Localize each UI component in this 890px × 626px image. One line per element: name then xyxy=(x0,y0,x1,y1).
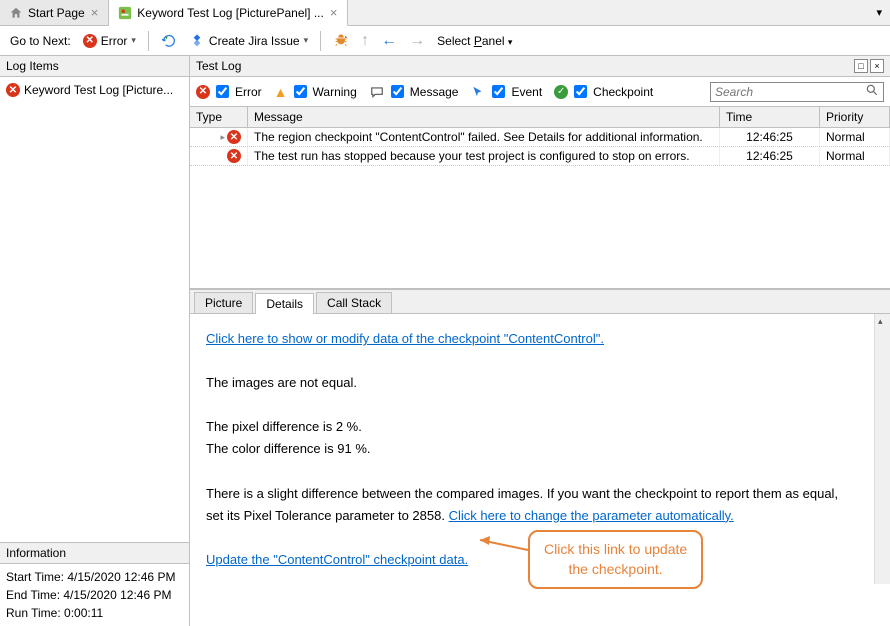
create-jira-button[interactable]: Create Jira Issue ▾ xyxy=(185,31,312,51)
tab-label: Keyword Test Log [PicturePanel] ... xyxy=(137,6,324,20)
bug-button[interactable] xyxy=(329,31,353,51)
search-input[interactable] xyxy=(711,85,861,99)
chevron-down-icon: ▾ xyxy=(876,6,882,19)
tab-test-log[interactable]: Keyword Test Log [PicturePanel] ... × xyxy=(109,0,348,26)
scroll-up-icon[interactable]: ▴ xyxy=(878,316,883,327)
grid-row[interactable]: ▸✕ The region checkpoint "ContentControl… xyxy=(190,128,890,147)
filter-event[interactable]: Event xyxy=(470,84,542,100)
filter-checkpoint[interactable]: ✓ Checkpoint xyxy=(554,85,653,99)
error-icon: ✕ xyxy=(6,83,20,97)
col-type[interactable]: Type xyxy=(190,107,248,127)
main-area: Log Items ✕ Keyword Test Log [Picture...… xyxy=(0,56,890,626)
error-icon: ✕ xyxy=(227,149,241,163)
filter-warning-checkbox[interactable] xyxy=(294,85,307,98)
search-icon[interactable] xyxy=(861,83,883,100)
log-items-tree[interactable]: ✕ Keyword Test Log [Picture... xyxy=(0,77,189,542)
filter-message-checkbox[interactable] xyxy=(391,85,404,98)
scrollbar[interactable]: ▴ xyxy=(874,314,890,584)
col-time[interactable]: Time xyxy=(720,107,820,127)
refresh-button[interactable] xyxy=(157,31,181,51)
close-icon[interactable]: × xyxy=(328,5,340,20)
cursor-icon xyxy=(470,84,486,100)
grid-row[interactable]: ✕ The test run has stopped because your … xyxy=(190,147,890,166)
home-icon xyxy=(8,5,24,21)
log-items-header: Log Items xyxy=(0,56,189,77)
select-panel-full[interactable]: Select Panel xyxy=(514,39,522,43)
chevron-down-icon: ▾ xyxy=(304,35,309,46)
maximize-icon[interactable]: □ xyxy=(854,59,868,73)
details-text: The images are not equal. xyxy=(206,372,858,394)
main-toolbar: Go to Next: ✕ Error ▾ Create Jira Issue … xyxy=(0,26,890,56)
detail-tabs: Picture Details Call Stack xyxy=(190,290,890,313)
close-icon[interactable]: × xyxy=(870,59,884,73)
grid-body[interactable]: ▸✕ The region checkpoint "ContentControl… xyxy=(190,128,890,288)
tab-label: Start Page xyxy=(28,6,85,20)
details-text: The pixel difference is 2 %. xyxy=(206,416,858,438)
error-icon: ✕ xyxy=(196,85,210,99)
tab-start-page[interactable]: Start Page × xyxy=(0,0,109,25)
filter-bar: ✕ Error ▲ Warning Message xyxy=(190,77,890,107)
chevron-down-icon: ▾ xyxy=(131,35,136,46)
log-grid: Type Message Time Priority ▸✕ The region… xyxy=(190,107,890,289)
details-text: The color difference is 91 %. xyxy=(206,438,858,460)
nav-back-button[interactable]: ← xyxy=(377,30,401,52)
col-priority[interactable]: Priority xyxy=(820,107,890,127)
go-to-next-label: Go to Next: xyxy=(6,32,75,50)
information-body: Start Time: 4/15/2020 12:46 PM End Time:… xyxy=(0,564,189,626)
document-tabs: Start Page × Keyword Test Log [PicturePa… xyxy=(0,0,890,26)
message-icon xyxy=(369,84,385,100)
close-icon[interactable]: × xyxy=(89,5,101,20)
testlog-icon xyxy=(117,5,133,21)
arrow-up-icon: ↑ xyxy=(361,32,369,50)
filter-warning[interactable]: ▲ Warning xyxy=(274,84,357,100)
tab-picture[interactable]: Picture xyxy=(194,292,253,313)
go-to-next-error[interactable]: ✕ Error ▾ xyxy=(79,32,140,50)
test-log-header: Test Log □ × xyxy=(190,56,890,77)
refresh-icon xyxy=(161,33,177,49)
tabs-dropdown[interactable]: ▾ xyxy=(868,0,890,25)
nav-fwd-button[interactable]: → xyxy=(405,30,429,52)
warning-icon: ▲ xyxy=(274,84,288,100)
bug-icon xyxy=(333,33,349,49)
separator xyxy=(320,31,321,51)
link-update-checkpoint[interactable]: Update the "ContentControl" checkpoint d… xyxy=(206,552,468,567)
search-box[interactable] xyxy=(710,82,884,102)
details-text: There is a slight difference between the… xyxy=(206,483,858,527)
tab-callstack[interactable]: Call Stack xyxy=(316,292,392,313)
error-icon: ✕ xyxy=(83,34,97,48)
select-panel-button[interactable]: Select Panel ▾ xyxy=(433,32,516,50)
information-panel: Information Start Time: 4/15/2020 12:46 … xyxy=(0,542,189,626)
filter-error-checkbox[interactable] xyxy=(216,85,229,98)
error-icon: ✕ xyxy=(227,130,241,144)
separator xyxy=(148,31,149,51)
filter-message[interactable]: Message xyxy=(369,84,459,100)
filter-event-checkbox[interactable] xyxy=(492,85,505,98)
tree-item[interactable]: ✕ Keyword Test Log [Picture... xyxy=(4,81,185,99)
left-column: Log Items ✕ Keyword Test Log [Picture...… xyxy=(0,56,190,626)
arrow-left-icon: ← xyxy=(381,32,397,50)
filter-error[interactable]: ✕ Error xyxy=(196,85,262,99)
arrow-right-icon: → xyxy=(409,32,425,50)
col-message[interactable]: Message xyxy=(248,107,720,127)
annotation-callout: Click this link to update the checkpoint… xyxy=(528,530,703,589)
filter-checkpoint-checkbox[interactable] xyxy=(574,85,587,98)
link-change-param[interactable]: Click here to change the parameter autom… xyxy=(449,508,734,523)
tab-details[interactable]: Details xyxy=(255,293,314,314)
information-header: Information xyxy=(0,543,189,564)
nav-up-button[interactable]: ↑ xyxy=(357,30,373,52)
grid-header: Type Message Time Priority xyxy=(190,107,890,128)
check-icon: ✓ xyxy=(554,85,568,99)
link-modify-checkpoint[interactable]: Click here to show or modify data of the… xyxy=(206,331,604,346)
jira-icon xyxy=(189,33,205,49)
